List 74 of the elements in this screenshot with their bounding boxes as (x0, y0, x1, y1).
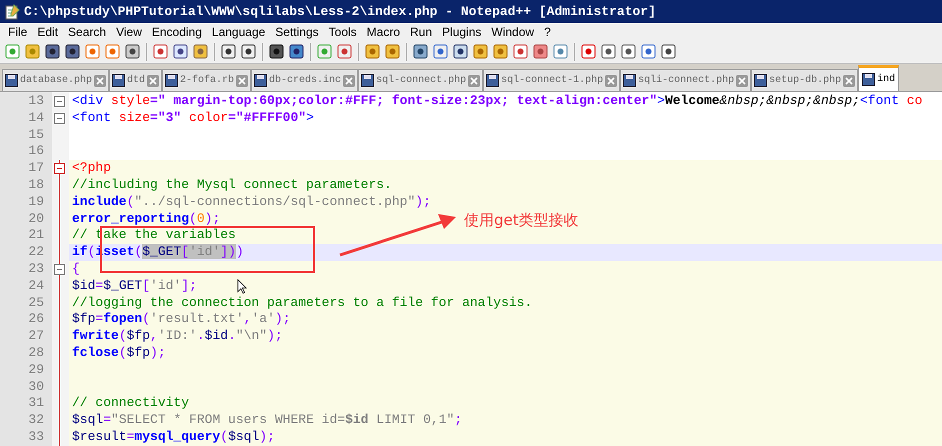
fold-toggle-icon[interactable] (54, 264, 65, 275)
line-number: 13 (27, 93, 45, 110)
code-line: include("../sql-connections/sql-connect.php"); (72, 194, 431, 209)
line-number: 26 (27, 311, 45, 328)
line-number: 19 (27, 194, 45, 211)
menu-item[interactable]: Language (208, 22, 270, 40)
code-line: $result=mysql_query($sql); (72, 428, 275, 444)
line-number: 32 (27, 412, 45, 429)
close-icon[interactable] (147, 74, 160, 86)
code-line: fwrite($fp,'ID:'.$id."\n"); (72, 328, 283, 344)
fold-toggle-icon[interactable] (54, 163, 65, 174)
window-title: C:\phpstudy\PHPTutorial\WWW\sqlilabs\Less-2\index.php - Notepad++ [Administrator] (24, 2, 656, 21)
menu-item[interactable]: Search (64, 22, 110, 40)
annotation-text: 使用get类型接收 (464, 210, 579, 231)
line-number: 28 (27, 344, 45, 362)
file-tab[interactable]: sqli-connect.php (620, 69, 752, 91)
menu-item[interactable]: File (4, 22, 32, 40)
code-line: $sql="SELECT * FROM users WHERE id=$id LIMIT 0,1"; (72, 412, 462, 428)
menu-item[interactable]: Window (487, 22, 538, 40)
line-number: 22 (27, 244, 45, 261)
file-tab[interactable]: 2-fofa.rb (162, 69, 252, 91)
code-line: //logging the connection parameters to a file for analysis. (72, 294, 532, 310)
line-number: 21 (27, 227, 45, 244)
close-icon[interactable] (343, 74, 356, 86)
line-number: 18 (27, 176, 45, 194)
line-number: 24 (27, 278, 45, 295)
file-tab[interactable]: ind (858, 65, 900, 91)
line-number: 14 (27, 110, 45, 127)
close-icon[interactable] (843, 74, 856, 86)
fold-toggle-icon[interactable] (54, 96, 65, 107)
notepad-icon (4, 4, 20, 20)
code-line: error_reporting(0); (72, 210, 220, 226)
line-number: 23 (27, 260, 45, 278)
code-line: // connectivity (72, 395, 190, 410)
code-line: //including the Mysql connect parameters. (72, 176, 392, 192)
line-number: 20 (27, 210, 45, 228)
close-icon[interactable] (94, 74, 106, 86)
line-number: 29 (27, 362, 45, 379)
mouse-pointer-icon (237, 279, 247, 294)
line-number: 33 (27, 428, 45, 446)
line-number: 30 (27, 378, 45, 396)
menu-item[interactable]: Encoding (148, 22, 206, 40)
line-number: 15 (27, 126, 45, 144)
line-number: 31 (27, 395, 45, 412)
menu-item[interactable]: Edit (33, 22, 62, 40)
code-line: $fp=fopen('result.txt','a'); (72, 311, 290, 326)
code-line: <?php (72, 160, 112, 176)
close-icon[interactable] (236, 74, 248, 86)
line-number: 25 (27, 294, 45, 312)
menu-item[interactable]: View (112, 22, 146, 40)
line-number: 16 (27, 143, 45, 160)
code-line: { (72, 260, 80, 276)
close-icon[interactable] (736, 74, 748, 86)
code-line: fclose($fp); (72, 344, 166, 360)
menu-item[interactable]: ? (540, 22, 555, 40)
close-icon[interactable] (605, 74, 618, 86)
line-number: 27 (27, 328, 45, 345)
code-line: <div style=" margin-top:60px;color:#FFF; font-size:23px; text-align:center">Welcome&nbsp;&nbsp;&nbsp;<font co (72, 93, 922, 108)
file-tab[interactable]: sql-connect-1.php (483, 69, 620, 91)
line-number: 17 (27, 160, 45, 177)
menu-item[interactable]: Tools (324, 22, 361, 40)
code-line: $id=$_GET['id']; (72, 278, 197, 293)
menu-item[interactable]: Macro (362, 22, 404, 40)
file-tab[interactable]: db-creds.inc (251, 69, 358, 91)
menu-item[interactable]: Plugins (438, 22, 486, 40)
file-tab[interactable]: database.php (2, 69, 110, 91)
file-tab[interactable]: dtd (109, 69, 162, 91)
code-line: <font size="3" color="#FFFF00"> (72, 110, 314, 125)
file-tab[interactable]: sql-connect.php (358, 69, 484, 91)
close-icon[interactable] (468, 74, 480, 86)
menu-item[interactable]: Settings (271, 22, 323, 40)
file-tab[interactable]: setup-db.php (751, 69, 858, 91)
fold-toggle-icon[interactable] (54, 112, 65, 124)
menu-item[interactable]: Run (406, 22, 436, 40)
